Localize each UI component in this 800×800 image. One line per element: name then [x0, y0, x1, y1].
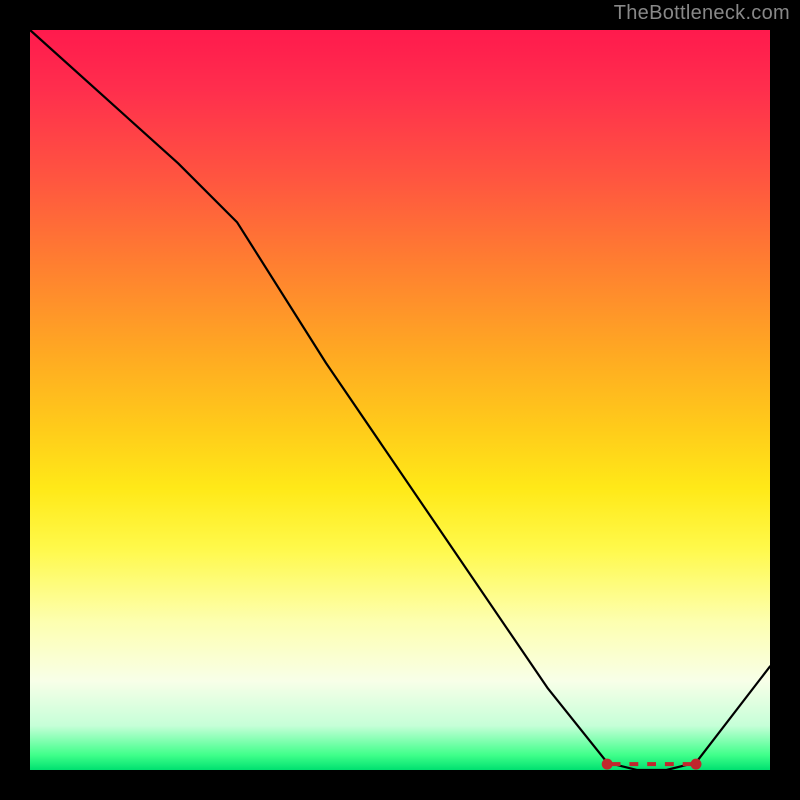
chart-overlay [30, 30, 770, 770]
optimal-range-dot-end [691, 759, 701, 769]
bottleneck-curve [30, 30, 770, 770]
attribution-text: TheBottleneck.com [614, 2, 790, 25]
chart-stage: TheBottleneck.com [0, 0, 800, 800]
optimal-range-dot-start [602, 759, 612, 769]
optimal-range-markers [602, 759, 701, 769]
